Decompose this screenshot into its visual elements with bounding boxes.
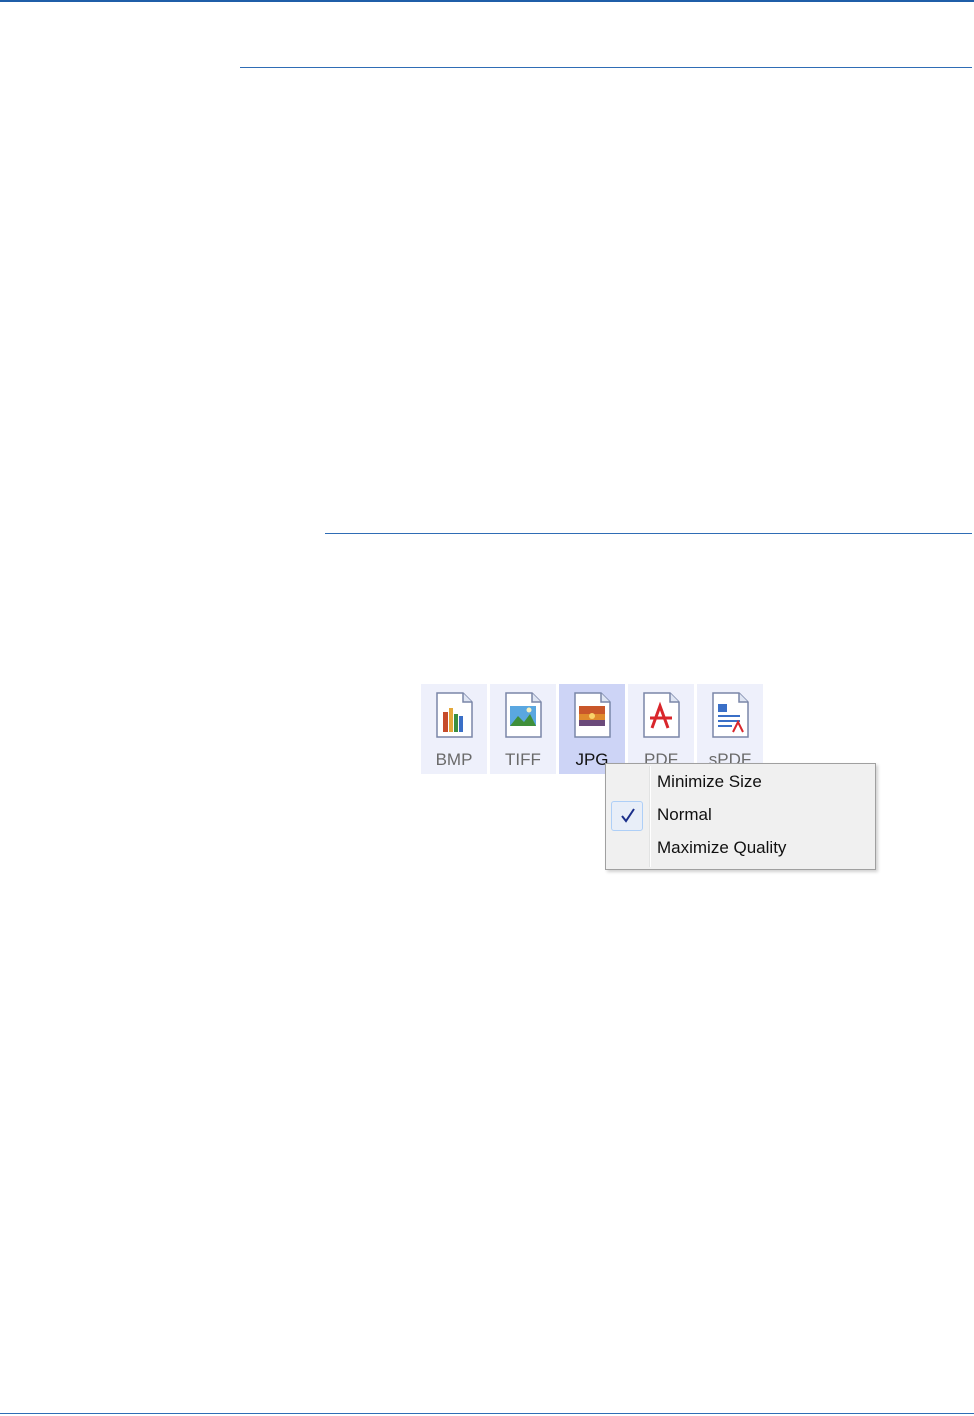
format-button-tiff[interactable]: TIFF (490, 684, 556, 774)
checkmark-box (611, 801, 643, 831)
menu-item-normal[interactable]: Normal (608, 800, 873, 832)
jpg-file-icon (574, 692, 611, 738)
pdf-file-icon (643, 692, 680, 738)
format-button-jpg[interactable]: JPG (559, 684, 625, 774)
format-button-spdf[interactable]: sPDF (697, 684, 763, 774)
spdf-file-icon (712, 692, 749, 738)
menu-item-label: Maximize Quality (657, 838, 787, 857)
format-label: TIFF (505, 750, 541, 769)
checkmark-icon (621, 808, 635, 823)
jpg-quality-context-menu: Minimize Size Normal Maximize Quality (605, 763, 876, 870)
bmp-file-icon (436, 692, 473, 738)
menu-item-maximize-quality[interactable]: Maximize Quality (608, 833, 873, 865)
tiff-file-icon (505, 692, 542, 738)
footer-rule (0, 1413, 974, 1414)
subsection-rule (325, 533, 972, 534)
section-rule (240, 67, 972, 68)
file-format-bar: BMP TIFF JPG PDF sPDF (421, 684, 763, 774)
menu-item-label: Normal (657, 805, 712, 824)
menu-item-label: Minimize Size (657, 772, 762, 791)
format-button-bmp[interactable]: BMP (421, 684, 487, 774)
format-label: BMP (435, 750, 473, 769)
format-button-pdf[interactable]: PDF (628, 684, 694, 774)
top-rule (0, 0, 974, 2)
menu-item-minimize-size[interactable]: Minimize Size (608, 767, 873, 799)
